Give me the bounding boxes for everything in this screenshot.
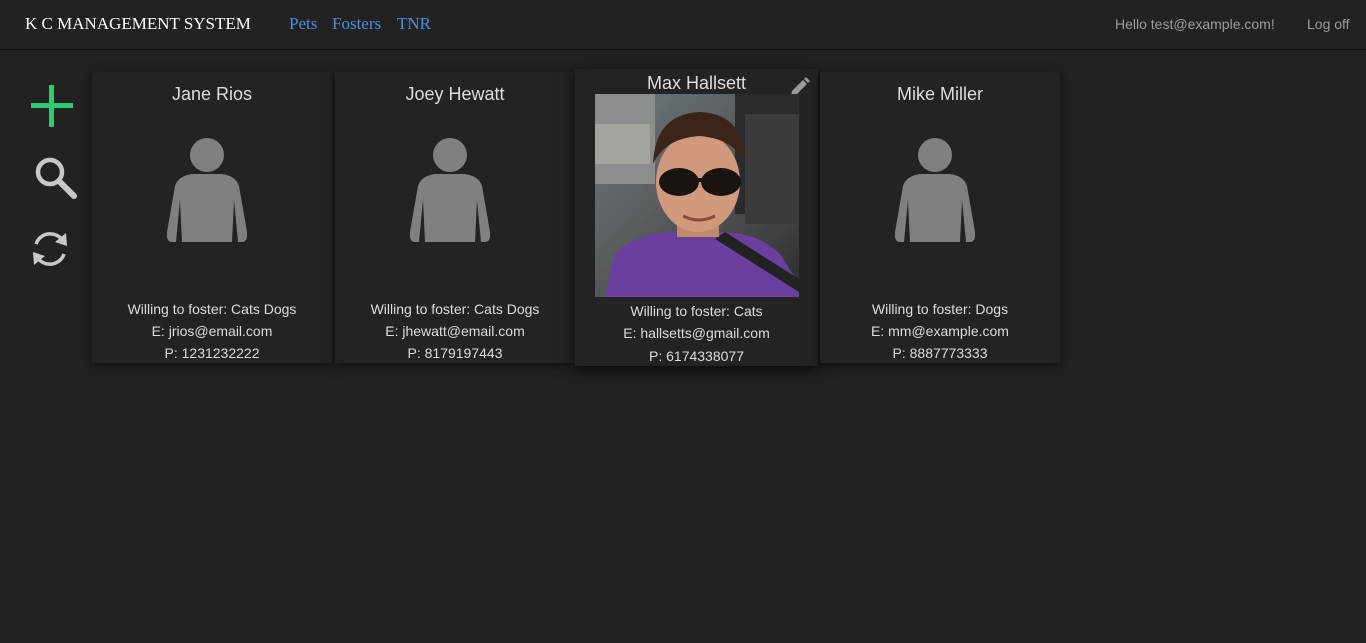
foster-card[interactable]: Max Hallsett Willing to foster: Cats E: … xyxy=(575,69,818,366)
foster-email: E: jrios@email.com xyxy=(151,323,273,339)
search-icon xyxy=(35,157,77,199)
user-greeting[interactable]: Hello test@example.com! xyxy=(1115,16,1275,32)
person-placeholder-icon xyxy=(166,138,248,242)
foster-name: Jane Rios xyxy=(171,84,253,104)
logoff-link[interactable]: Log off xyxy=(1307,16,1350,32)
foster-phone: P: 1231232222 xyxy=(164,345,260,361)
foster-phone: P: 6174338077 xyxy=(649,348,744,364)
app-brand[interactable]: K C MANAGEMENT SYSTEM xyxy=(25,14,251,34)
foster-name: Mike Miller xyxy=(896,84,983,104)
foster-card[interactable]: Jane Rios Willing to foster: Cats Dogs E… xyxy=(92,72,332,363)
person-placeholder-icon xyxy=(894,138,976,242)
plus-icon xyxy=(31,85,73,127)
foster-email: E: hallsetts@gmail.com xyxy=(623,325,770,341)
foster-email: E: mm@example.com xyxy=(871,323,1009,339)
foster-email: E: jhewatt@email.com xyxy=(385,323,525,339)
foster-name: Max Hallsett xyxy=(646,73,747,93)
foster-phone: P: 8887773333 xyxy=(892,345,988,361)
foster-card[interactable]: Joey Hewatt Willing to foster: Cats Dogs… xyxy=(335,72,575,363)
nav-link-pets[interactable]: Pets xyxy=(289,14,317,34)
refresh-button[interactable] xyxy=(30,228,70,270)
foster-phone: P: 8179197443 xyxy=(407,345,503,361)
top-navbar: K C MANAGEMENT SYSTEM Pets Fosters TNR H… xyxy=(0,0,1366,50)
search-button[interactable] xyxy=(34,156,78,200)
nav-link-tnr[interactable]: TNR xyxy=(397,14,431,34)
person-placeholder-icon xyxy=(409,138,491,242)
add-foster-button[interactable] xyxy=(30,84,74,128)
refresh-icon xyxy=(33,232,67,266)
foster-card[interactable]: Mike Miller Willing to foster: Dogs E: m… xyxy=(820,72,1060,363)
foster-name: Joey Hewatt xyxy=(405,84,505,104)
nav-link-fosters[interactable]: Fosters xyxy=(332,14,381,34)
foster-willing: Willing to foster: Cats Dogs xyxy=(127,301,297,317)
foster-willing: Willing to foster: Dogs xyxy=(871,301,1009,317)
foster-photo xyxy=(595,94,799,297)
foster-willing: Willing to foster: Cats Dogs xyxy=(370,301,540,317)
foster-willing: Willing to foster: Cats xyxy=(630,303,763,319)
